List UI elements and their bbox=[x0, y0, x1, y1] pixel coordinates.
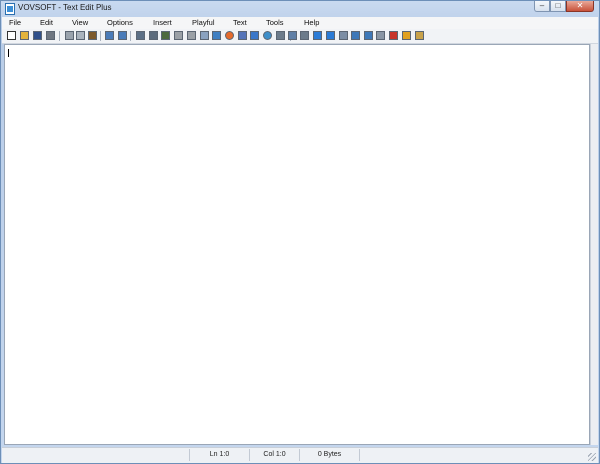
move-down-icon[interactable] bbox=[364, 31, 373, 40]
sort-icon[interactable] bbox=[300, 31, 309, 40]
title-bar[interactable]: VOVSOFT - Text Edit Plus – □ ✕ bbox=[1, 1, 599, 17]
menu-bar: File Edit View Options Insert Playful Te… bbox=[2, 17, 598, 29]
status-bar: Ln 1:0 Col 1:0 0 Bytes bbox=[2, 447, 598, 463]
note-icon[interactable] bbox=[415, 31, 424, 40]
menu-view[interactable]: View bbox=[65, 17, 100, 29]
status-column: Col 1:0 bbox=[249, 449, 299, 461]
toolbar-separator bbox=[59, 31, 60, 41]
status-line: Ln 1:0 bbox=[189, 449, 249, 461]
resize-grip-icon[interactable] bbox=[588, 453, 596, 461]
menu-playful[interactable]: Playful bbox=[185, 17, 226, 29]
minimize-button[interactable]: – bbox=[534, 1, 550, 12]
document-icon[interactable] bbox=[136, 31, 145, 40]
move-up-icon[interactable] bbox=[351, 31, 360, 40]
unlock-icon[interactable] bbox=[187, 31, 196, 40]
filter-icon[interactable] bbox=[250, 31, 259, 40]
vertical-scrollbar[interactable] bbox=[590, 44, 598, 445]
list-icon[interactable] bbox=[276, 31, 285, 40]
menu-file[interactable]: File bbox=[2, 17, 33, 29]
font-icon[interactable] bbox=[161, 31, 170, 40]
toolbar-separator bbox=[130, 31, 131, 41]
doc-copy-icon[interactable] bbox=[339, 31, 348, 40]
menu-insert[interactable]: Insert bbox=[146, 17, 185, 29]
find-icon[interactable] bbox=[105, 31, 114, 40]
window-title: VOVSOFT - Text Edit Plus bbox=[18, 3, 112, 12]
replace-icon[interactable] bbox=[118, 31, 127, 40]
menu-help[interactable]: Help bbox=[297, 17, 328, 29]
maximize-button[interactable]: □ bbox=[550, 1, 566, 12]
menu-edit[interactable]: Edit bbox=[33, 17, 65, 29]
cut-icon[interactable] bbox=[65, 31, 74, 40]
window-controls: – □ ✕ bbox=[534, 1, 594, 13]
menu-options[interactable]: Options bbox=[100, 17, 146, 29]
copy-icon[interactable] bbox=[76, 31, 85, 40]
monitor-icon[interactable] bbox=[149, 31, 158, 40]
arrow-right-icon[interactable] bbox=[313, 31, 322, 40]
web-icon[interactable] bbox=[263, 31, 272, 40]
menu-text[interactable]: Text bbox=[226, 17, 259, 29]
status-divider bbox=[359, 449, 360, 461]
email-icon[interactable] bbox=[288, 31, 297, 40]
warning-icon[interactable] bbox=[402, 31, 411, 40]
translate-icon[interactable] bbox=[212, 31, 221, 40]
calendar-icon[interactable] bbox=[389, 31, 398, 40]
save-icon[interactable] bbox=[33, 31, 42, 40]
app-window: VOVSOFT - Text Edit Plus – □ ✕ File Edit… bbox=[0, 0, 600, 464]
menu-tools[interactable]: Tools bbox=[259, 17, 297, 29]
new-file-icon[interactable] bbox=[7, 31, 16, 40]
close-button[interactable]: ✕ bbox=[566, 1, 594, 12]
arrow-down-icon[interactable] bbox=[326, 31, 335, 40]
page-icon[interactable] bbox=[200, 31, 209, 40]
text-caret bbox=[8, 49, 9, 57]
color-wheel-icon[interactable] bbox=[225, 31, 234, 40]
text-editor[interactable] bbox=[4, 44, 590, 445]
app-icon[interactable] bbox=[5, 3, 15, 15]
open-folder-icon[interactable] bbox=[20, 31, 29, 40]
lock-icon[interactable] bbox=[174, 31, 183, 40]
toolbar bbox=[2, 29, 598, 44]
toolbar-separator bbox=[100, 31, 101, 41]
brush-icon[interactable] bbox=[238, 31, 247, 40]
print-icon[interactable] bbox=[46, 31, 55, 40]
text-file-icon[interactable] bbox=[376, 31, 385, 40]
status-size: 0 Bytes bbox=[299, 449, 359, 461]
paste-icon[interactable] bbox=[88, 31, 97, 40]
